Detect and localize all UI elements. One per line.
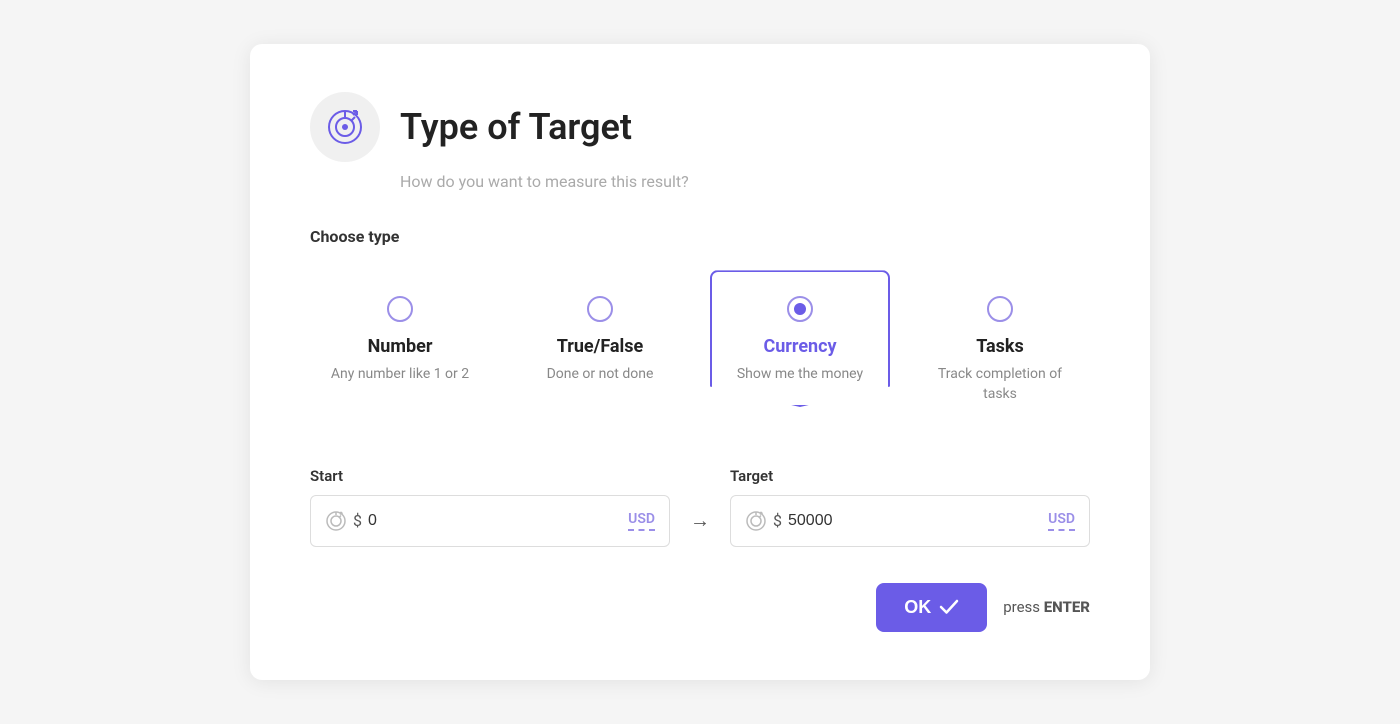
type-name-tasks: Tasks [976,336,1024,357]
type-name-currency: Currency [763,336,836,357]
type-desc-tasks: Track completion of tasks [928,365,1072,404]
type-card-number[interactable]: Number Any number like 1 or 2 [310,270,490,407]
radio-currency [787,296,813,322]
radio-truefalse [587,296,613,322]
enter-label: ENTER [1044,598,1090,616]
ok-button[interactable]: OK [876,583,987,632]
target-currency[interactable]: USD [1048,511,1075,531]
target-dollar: $ [773,511,782,530]
target-icon [327,109,363,145]
start-input-group: Start $ USD [310,467,670,547]
radio-number [387,296,413,322]
type-name-number: Number [368,336,433,357]
start-currency[interactable]: USD [628,511,655,531]
type-card-currency[interactable]: Currency Show me the money [710,270,890,407]
page-subtitle: How do you want to measure this result? [400,172,1090,191]
type-desc-currency: Show me the money [737,365,863,385]
start-icon [325,510,347,532]
main-card: Type of Target How do you want to measur… [250,44,1150,679]
header: Type of Target [310,92,1090,162]
radio-currency-inner [794,303,806,315]
target-input-box: $ USD [730,495,1090,547]
press-label: press [1003,598,1044,616]
type-options: Number Any number like 1 or 2 True/False… [310,270,1090,426]
target-label: Target [730,467,1090,485]
type-desc-truefalse: Done or not done [547,365,654,385]
radio-tasks [987,296,1013,322]
inputs-row: Start $ USD → Target [310,467,1090,547]
start-value-input[interactable] [368,512,628,530]
section-label: Choose type [310,227,1090,246]
footer: OK press ENTER [310,583,1090,632]
type-card-tasks[interactable]: Tasks Track completion of tasks [910,270,1090,426]
press-enter-text: press ENTER [1003,598,1090,616]
start-input-box: $ USD [310,495,670,547]
ok-label: OK [904,597,931,618]
type-card-truefalse[interactable]: True/False Done or not done [510,270,690,407]
page-title: Type of Target [400,106,632,148]
start-dollar: $ [353,511,362,530]
arrow-icon: → [690,508,710,533]
target-input-icon [745,510,767,532]
check-icon [939,599,959,615]
type-desc-number: Any number like 1 or 2 [331,365,469,385]
start-label: Start [310,467,670,485]
target-input-group: Target $ USD [730,467,1090,547]
target-value-input[interactable] [788,512,1048,530]
type-name-truefalse: True/False [557,336,644,357]
header-icon-circle [310,92,380,162]
